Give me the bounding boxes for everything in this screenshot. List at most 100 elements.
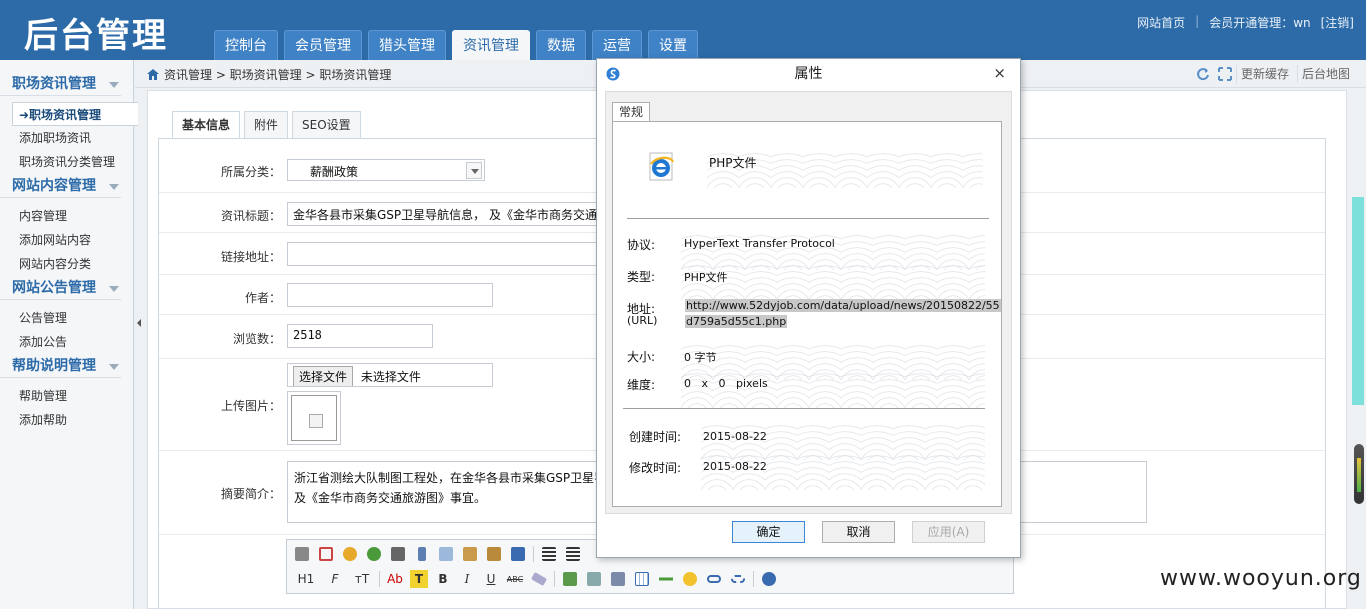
tab-general[interactable]: 常规 xyxy=(612,102,651,122)
sidebar-item-add-help[interactable]: 添加帮助 xyxy=(0,408,133,432)
cancel-button[interactable]: 取消 xyxy=(822,521,895,543)
link-input[interactable] xyxy=(287,242,599,266)
sidebar-item-content-manage[interactable]: 内容管理 xyxy=(0,204,133,228)
collapse-sidebar-icon[interactable] xyxy=(134,316,144,330)
help-icon[interactable] xyxy=(760,570,778,588)
image-icon[interactable] xyxy=(561,570,579,588)
sidebar-group-label: 网站内容管理 xyxy=(12,178,96,194)
page-scrollbar[interactable] xyxy=(1349,90,1366,609)
address-value[interactable]: http://www.52dyjob.com/data/upload/news/… xyxy=(685,298,1001,330)
font-size-button[interactable]: тT xyxy=(351,570,373,588)
unlink-icon[interactable] xyxy=(729,570,747,588)
sidebar-group-announcements[interactable]: 网站公告管理 xyxy=(0,276,121,300)
sidebar-item-help-manage[interactable]: 帮助管理 xyxy=(0,384,133,408)
heading-button[interactable]: H1 xyxy=(293,570,319,588)
file-status: 未选择文件 xyxy=(360,370,421,384)
nav-tab-settings[interactable]: 设置 xyxy=(648,30,698,60)
refresh-cache-button[interactable]: 更新缓存 xyxy=(1235,65,1293,83)
ie-file-icon xyxy=(649,152,675,181)
size-value: 0 字节 xyxy=(684,351,717,364)
sidebar-group-site-content[interactable]: 网站内容管理 xyxy=(0,174,121,198)
sidebar-item-career-news-category[interactable]: 职场资讯分类管理 xyxy=(0,150,133,174)
apply-button[interactable]: 应用(A) xyxy=(912,521,985,543)
nav-tab-members[interactable]: 会员管理 xyxy=(284,30,362,60)
tab-seo[interactable]: SEO设置 xyxy=(292,111,361,138)
tab-attachments[interactable]: 附件 xyxy=(244,111,289,138)
chevron-down-icon xyxy=(109,82,119,88)
nav-tab-news[interactable]: 资讯管理 xyxy=(452,30,530,60)
site-home-link[interactable]: 网站首页 xyxy=(1137,14,1185,31)
category-label: 所属分类： xyxy=(220,165,281,179)
copy-icon[interactable] xyxy=(437,545,455,563)
logout-link[interactable]: [注销] xyxy=(1321,14,1354,31)
ok-button[interactable]: 确定 xyxy=(732,521,805,543)
choose-file-button[interactable]: 选择文件 xyxy=(293,366,354,386)
category-select[interactable]: 薪酬政策 xyxy=(287,159,485,181)
created-label: 创建时间: xyxy=(629,430,682,444)
member-admin-link[interactable]: 会员开通管理：wn xyxy=(1209,14,1310,31)
type-value: PHP文件 xyxy=(684,271,728,284)
scrollbar-thumb[interactable] xyxy=(1352,197,1364,405)
nav-tab-console[interactable]: 控制台 xyxy=(214,30,278,60)
underline-button[interactable]: U xyxy=(482,570,500,588)
media-icon[interactable] xyxy=(609,570,627,588)
sidebar-item-add-site-content[interactable]: 添加网站内容 xyxy=(0,228,133,252)
bold-button[interactable]: B xyxy=(434,570,452,588)
sidebar-item-announcement-manage[interactable]: 公告管理 xyxy=(0,306,133,330)
dialog-frame: 常规 PHP文件 协议: HyperText Transfer Protocol… xyxy=(605,91,1012,514)
sidebar-group-label: 帮助说明管理 xyxy=(12,358,96,374)
nav-tab-data[interactable]: 数据 xyxy=(536,30,586,60)
font-color-button[interactable]: Ab xyxy=(386,570,404,588)
fullscreen-icon[interactable] xyxy=(317,545,335,563)
paste-icon[interactable] xyxy=(461,545,479,563)
hr-icon[interactable] xyxy=(657,570,675,588)
redo-icon[interactable] xyxy=(365,545,383,563)
chevron-down-icon xyxy=(109,184,119,190)
file-input[interactable]: 选择文件 未选择文件 xyxy=(287,363,493,387)
font-family-button[interactable]: F xyxy=(325,570,345,588)
undo-icon[interactable] xyxy=(341,545,359,563)
main-nav: 控制台 会员管理 猎头管理 资讯管理 数据 运营 设置 xyxy=(214,30,704,60)
views-input[interactable]: 2518 xyxy=(287,324,433,348)
tab-basic-info[interactable]: 基本信息 xyxy=(172,111,241,139)
fullscreen-icon[interactable] xyxy=(1217,67,1232,81)
strikethrough-button[interactable]: ABC xyxy=(506,570,524,588)
file-type-name: PHP文件 xyxy=(709,156,757,170)
sitemap-button[interactable]: 后台地图 xyxy=(1296,65,1354,83)
print-icon[interactable] xyxy=(389,545,407,563)
modified-label: 修改时间: xyxy=(629,461,682,475)
paste-word-icon[interactable] xyxy=(509,545,527,563)
paste-text-icon[interactable] xyxy=(485,545,503,563)
eraser-icon[interactable] xyxy=(530,570,548,588)
title-input[interactable]: 金华各县市采集GSP卫星导航信息， 及《金华市商务交通 xyxy=(287,202,599,226)
nav-tab-operations[interactable]: 运营 xyxy=(592,30,642,60)
sidebar-group-career-news[interactable]: 职场资讯管理 xyxy=(0,72,121,96)
type-label: 类型: xyxy=(627,270,656,284)
nav-tab-headhunter[interactable]: 猎头管理 xyxy=(368,30,446,60)
modified-value: 2015-08-22 xyxy=(703,460,767,473)
emoticon-icon[interactable] xyxy=(681,570,699,588)
flash-icon[interactable] xyxy=(585,570,603,588)
sidebar-item-add-announcement[interactable]: 添加公告 xyxy=(0,330,133,354)
side-widget[interactable] xyxy=(1354,444,1364,504)
link-icon[interactable] xyxy=(705,570,723,588)
chevron-down-icon xyxy=(109,286,119,292)
sidebar-group-help[interactable]: 帮助说明管理 xyxy=(0,354,121,378)
author-input[interactable] xyxy=(287,283,493,307)
close-icon[interactable]: × xyxy=(993,64,1006,82)
align-left-icon[interactable] xyxy=(540,545,558,563)
table-icon[interactable] xyxy=(633,570,651,588)
italic-button[interactable]: I xyxy=(458,570,476,588)
views-label: 浏览数： xyxy=(232,332,281,346)
highlight-button[interactable]: T xyxy=(410,570,428,588)
cut-icon[interactable] xyxy=(413,545,431,563)
align-center-icon[interactable] xyxy=(564,545,582,563)
home-icon[interactable] xyxy=(147,69,159,80)
sidebar-item-career-news-manage[interactable]: ➜职场资讯管理 xyxy=(12,102,138,126)
sidebar-item-add-career-news[interactable]: 添加职场资讯 xyxy=(0,126,133,150)
top-header: 后台管理 控制台 会员管理 猎头管理 资讯管理 数据 运营 设置 网站首页 | … xyxy=(0,0,1366,60)
source-icon[interactable] xyxy=(293,545,311,563)
sidebar-item-site-content-category[interactable]: 网站内容分类 xyxy=(0,252,133,276)
crumb-tools: 更新缓存 后台地图 xyxy=(1196,65,1354,83)
refresh-icon[interactable] xyxy=(1196,67,1210,81)
